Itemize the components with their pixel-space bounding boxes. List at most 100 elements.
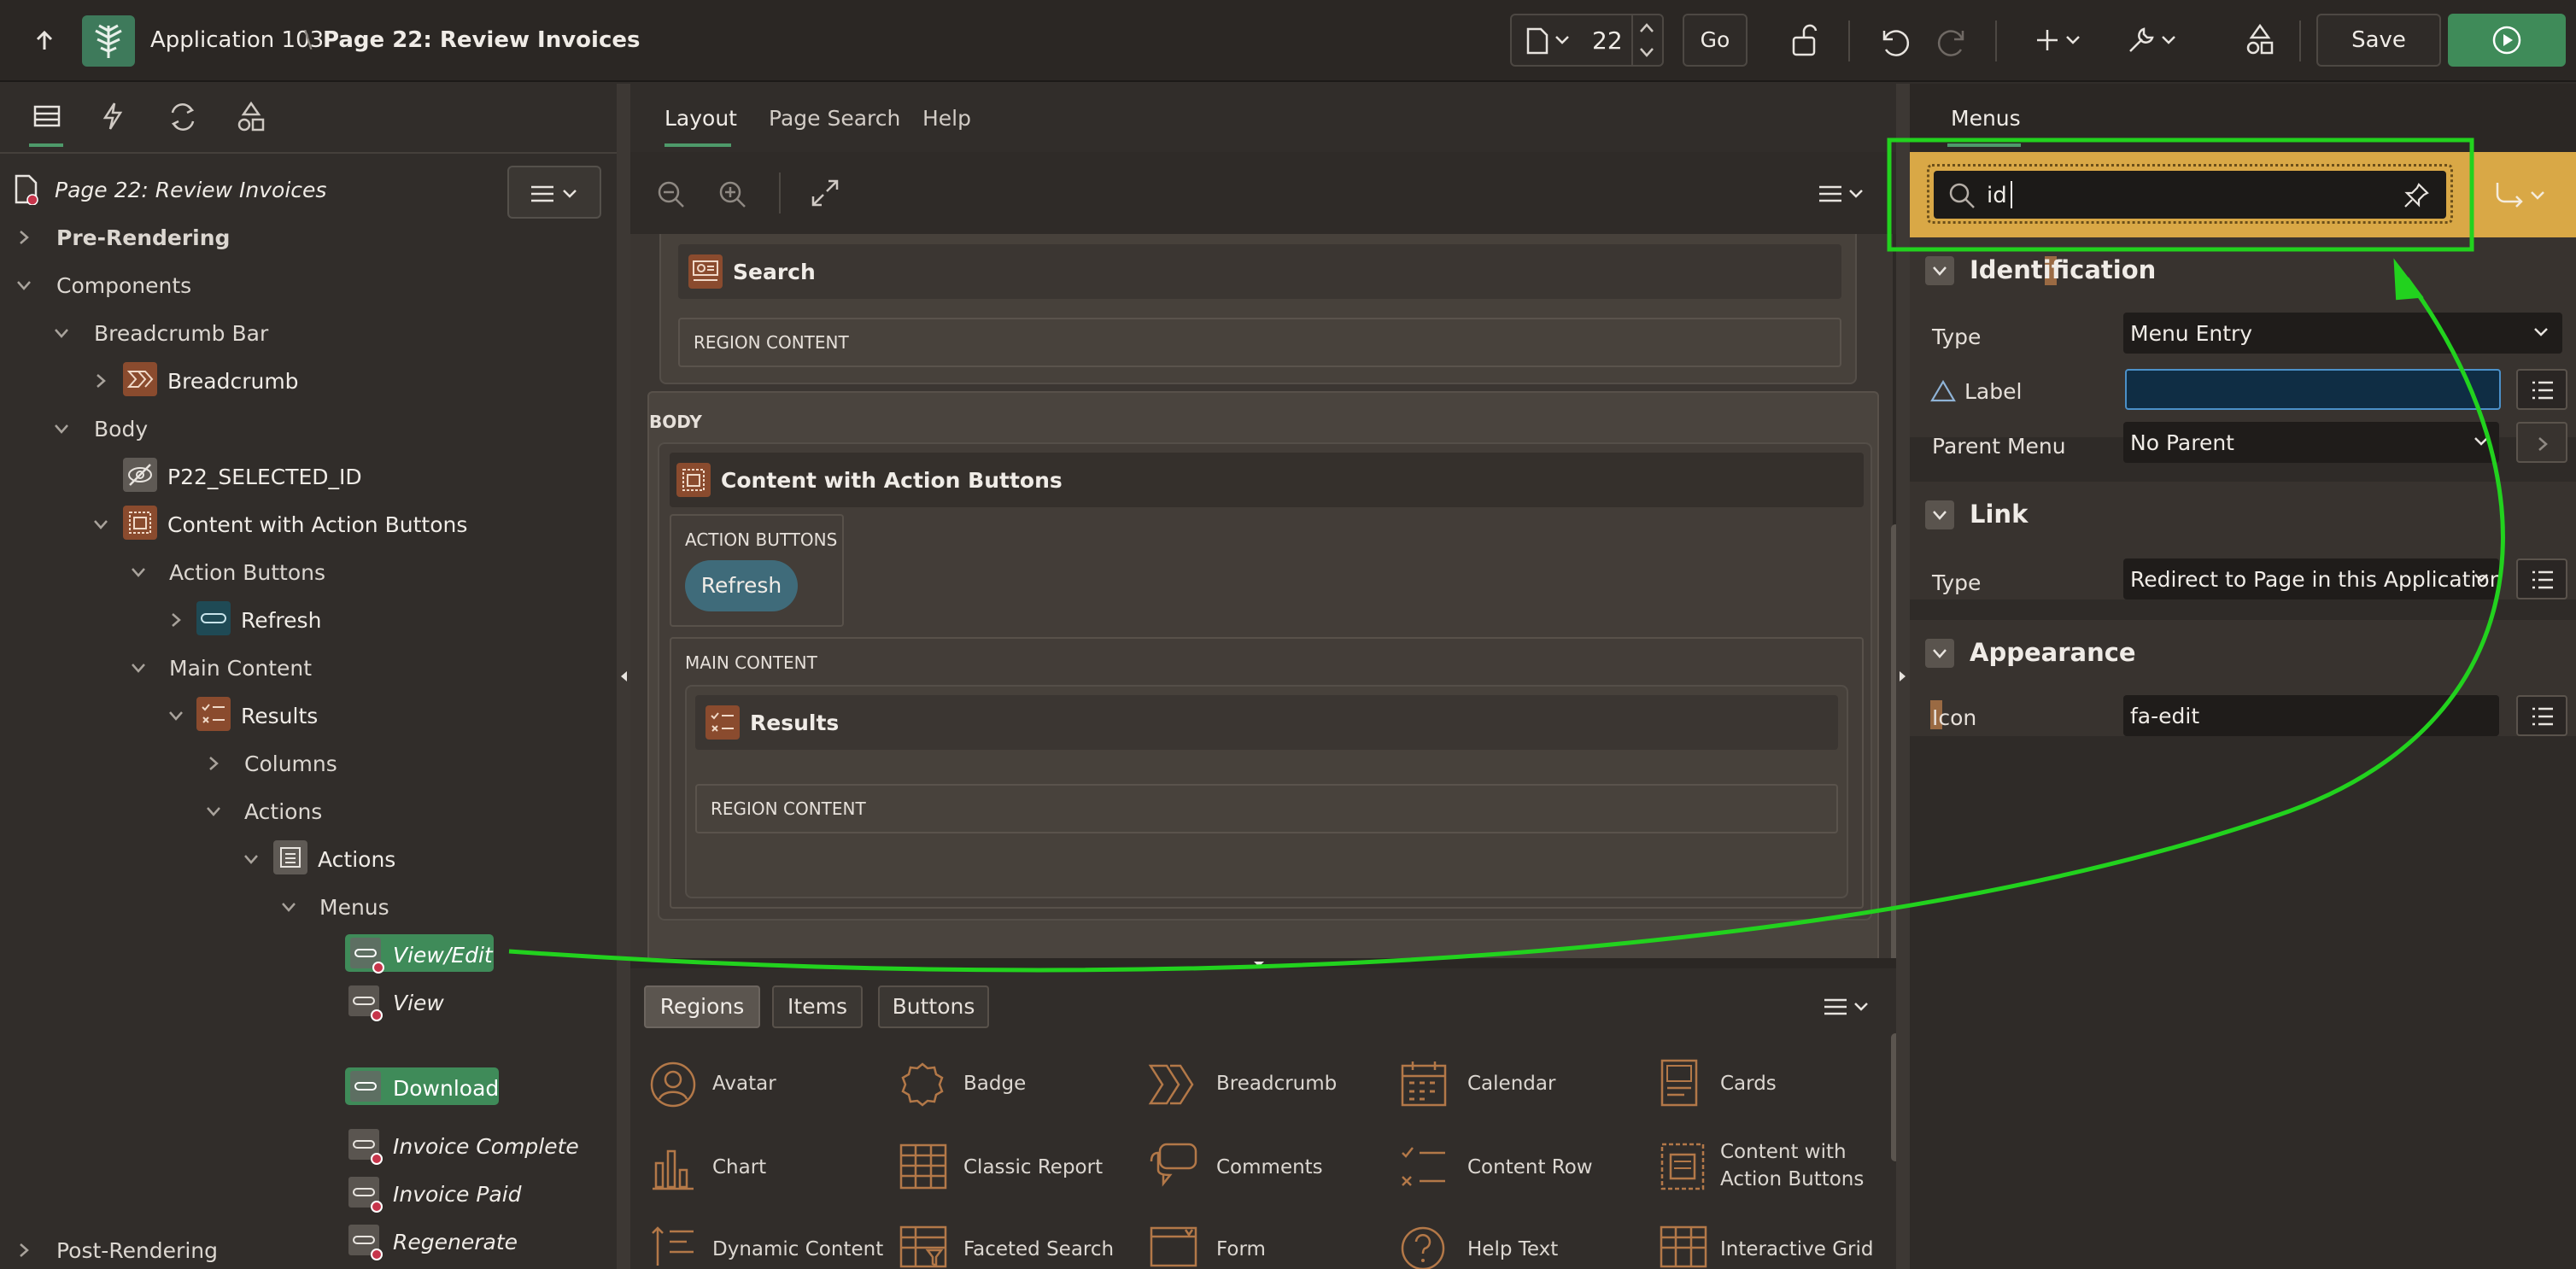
content-action-card[interactable]: Content with Action Buttons ACTION BUTTO… <box>658 442 1872 921</box>
dynamic-content-icon[interactable] <box>649 1225 697 1269</box>
page-selector[interactable]: 22 <box>1510 14 1664 67</box>
gallery-faceted-search[interactable]: Faceted Search <box>963 1238 1114 1260</box>
chevron-down-icon[interactable] <box>53 325 70 342</box>
property-filter-input[interactable]: id <box>1934 171 2446 219</box>
processing-tab-icon[interactable] <box>167 102 198 132</box>
go-button[interactable]: Go <box>1683 14 1748 67</box>
tree-item-actions[interactable]: Actions <box>244 799 322 824</box>
form-icon[interactable] <box>1148 1225 1199 1269</box>
gallery-help-text[interactable]: Help Text <box>1467 1238 1558 1260</box>
type-select[interactable]: Menu Entry <box>2123 313 2562 354</box>
tree-root-page[interactable]: Page 22: Review Invoices <box>55 178 326 202</box>
classic-report-icon[interactable] <box>899 1143 948 1190</box>
gallery-cards[interactable]: Cards <box>1720 1073 1777 1095</box>
gallery-tab-items[interactable]: Items <box>772 985 863 1028</box>
tree-item-menus[interactable]: Menus <box>319 895 389 920</box>
gallery-classic-report[interactable]: Classic Report <box>963 1156 1103 1178</box>
expand-icon[interactable] <box>810 178 840 208</box>
undo-icon[interactable] <box>1876 24 1910 58</box>
chevron-right-icon[interactable] <box>92 372 109 389</box>
tree-item-p22-selected-id[interactable]: P22_SELECTED_ID <box>167 465 362 489</box>
chevron-down-icon[interactable] <box>243 851 260 868</box>
menu-entry-regenerate[interactable]: Regenerate <box>393 1230 518 1254</box>
link-list-button[interactable] <box>2516 558 2567 599</box>
chevron-down-icon[interactable] <box>130 659 147 676</box>
collapse-link-button[interactable] <box>1925 500 1954 529</box>
chevron-down-icon[interactable] <box>53 420 70 437</box>
collapse-right-icon[interactable] <box>1898 670 1908 683</box>
icon-input[interactable]: fa-edit <box>2123 695 2499 736</box>
chevron-right-icon[interactable] <box>205 755 222 772</box>
tree-item-refresh[interactable]: Refresh <box>241 608 321 633</box>
collapse-left-icon[interactable] <box>618 670 629 683</box>
collapse-down-icon[interactable] <box>1252 960 1266 968</box>
tree-item-columns[interactable]: Columns <box>244 751 337 776</box>
chevron-down-icon[interactable] <box>92 516 109 533</box>
chevron-down-icon[interactable] <box>2161 34 2176 46</box>
tab-menus[interactable]: Menus <box>1951 108 2021 129</box>
interactive-grid-icon[interactable] <box>1659 1225 1708 1269</box>
chevron-down-icon[interactable] <box>1853 1001 1869 1013</box>
tree-item-breadcrumb[interactable]: Breadcrumb <box>167 369 299 394</box>
chevron-down-icon[interactable] <box>2065 34 2081 46</box>
tree-item-pre-rendering[interactable]: Pre-Rendering <box>56 225 230 250</box>
chevron-right-icon[interactable] <box>167 611 184 629</box>
gallery-avatar[interactable]: Avatar <box>712 1073 776 1095</box>
redo-icon[interactable] <box>1937 24 1971 58</box>
parent-menu-go-button[interactable] <box>2516 422 2567 463</box>
tab-layout[interactable]: Layout <box>664 108 737 129</box>
gallery-comments[interactable]: Comments <box>1216 1156 1323 1178</box>
save-button[interactable]: Save <box>2316 14 2441 67</box>
zoom-in-icon[interactable] <box>717 179 748 210</box>
chevron-down-icon[interactable] <box>130 564 147 581</box>
hamburger-icon[interactable] <box>1823 997 1848 1016</box>
gallery-interactive-grid[interactable]: Interactive Grid <box>1720 1238 1873 1260</box>
label-input[interactable] <box>2125 369 2501 410</box>
tree-item-content-action-buttons[interactable]: Content with Action Buttons <box>167 512 467 537</box>
plus-icon[interactable] <box>2034 27 2060 53</box>
gallery-form[interactable]: Form <box>1216 1238 1266 1260</box>
results-region-card[interactable]: Results REGION CONTENT <box>685 685 1848 898</box>
tree-item-action-buttons[interactable]: Action Buttons <box>169 560 325 585</box>
tree-item-results[interactable]: Results <box>241 704 318 728</box>
avatar-icon[interactable] <box>649 1061 697 1108</box>
chevron-down-icon[interactable] <box>205 803 222 820</box>
menu-entry-view-edit[interactable]: View/Edit <box>345 934 494 974</box>
breadcrumb-icon[interactable] <box>1148 1061 1199 1108</box>
tree-menu-button[interactable] <box>507 166 601 219</box>
menu-entry-view[interactable]: View <box>393 991 444 1015</box>
gallery-content-with[interactable]: Content with <box>1720 1141 1847 1163</box>
app-name[interactable]: Application 103 <box>150 29 324 51</box>
hamburger-icon[interactable] <box>1818 184 1843 203</box>
tree-item-post-rendering[interactable]: Post-Rendering <box>56 1238 218 1263</box>
shapes-icon[interactable] <box>2245 22 2275 56</box>
chevron-right-icon[interactable] <box>15 1242 32 1259</box>
label-list-button[interactable] <box>2516 369 2567 410</box>
help-text-icon[interactable] <box>1399 1225 1447 1269</box>
gallery-action-buttons[interactable]: Action Buttons <box>1720 1168 1864 1190</box>
gallery-splitter[interactable] <box>630 958 1896 968</box>
chevron-down-icon[interactable] <box>280 898 297 915</box>
parent-menu-select[interactable]: No Parent <box>2123 422 2499 463</box>
shared-components-tab-icon[interactable] <box>236 101 266 133</box>
tree-item-breadcrumb-bar[interactable]: Breadcrumb Bar <box>94 321 268 346</box>
go-to-group-icon[interactable] <box>2492 179 2526 210</box>
chevron-down-icon[interactable] <box>2530 190 2545 202</box>
chevron-down-icon[interactable] <box>15 277 32 294</box>
gallery-calendar[interactable]: Calendar <box>1467 1073 1555 1095</box>
refresh-button[interactable]: Refresh <box>685 560 798 611</box>
tree-item-main-content[interactable]: Main Content <box>169 656 312 681</box>
app-logo[interactable] <box>82 15 135 67</box>
page-number-value[interactable]: 22 <box>1592 29 1623 53</box>
tree-item-components[interactable]: Components <box>56 273 191 298</box>
faceted-search-icon[interactable] <box>899 1225 948 1269</box>
gallery-breadcrumb[interactable]: Breadcrumb <box>1216 1073 1337 1095</box>
chevron-right-icon[interactable] <box>15 229 32 246</box>
gallery-tab-buttons[interactable]: Buttons <box>878 985 989 1028</box>
collapse-identification-button[interactable] <box>1925 256 1954 285</box>
menu-entry-download[interactable]: Download <box>345 1067 499 1105</box>
badge-icon[interactable] <box>899 1061 946 1108</box>
tab-help[interactable]: Help <box>922 108 971 129</box>
menu-entry-invoice-complete[interactable]: Invoice Complete <box>393 1134 579 1159</box>
chevron-up-icon[interactable] <box>1638 20 1655 36</box>
